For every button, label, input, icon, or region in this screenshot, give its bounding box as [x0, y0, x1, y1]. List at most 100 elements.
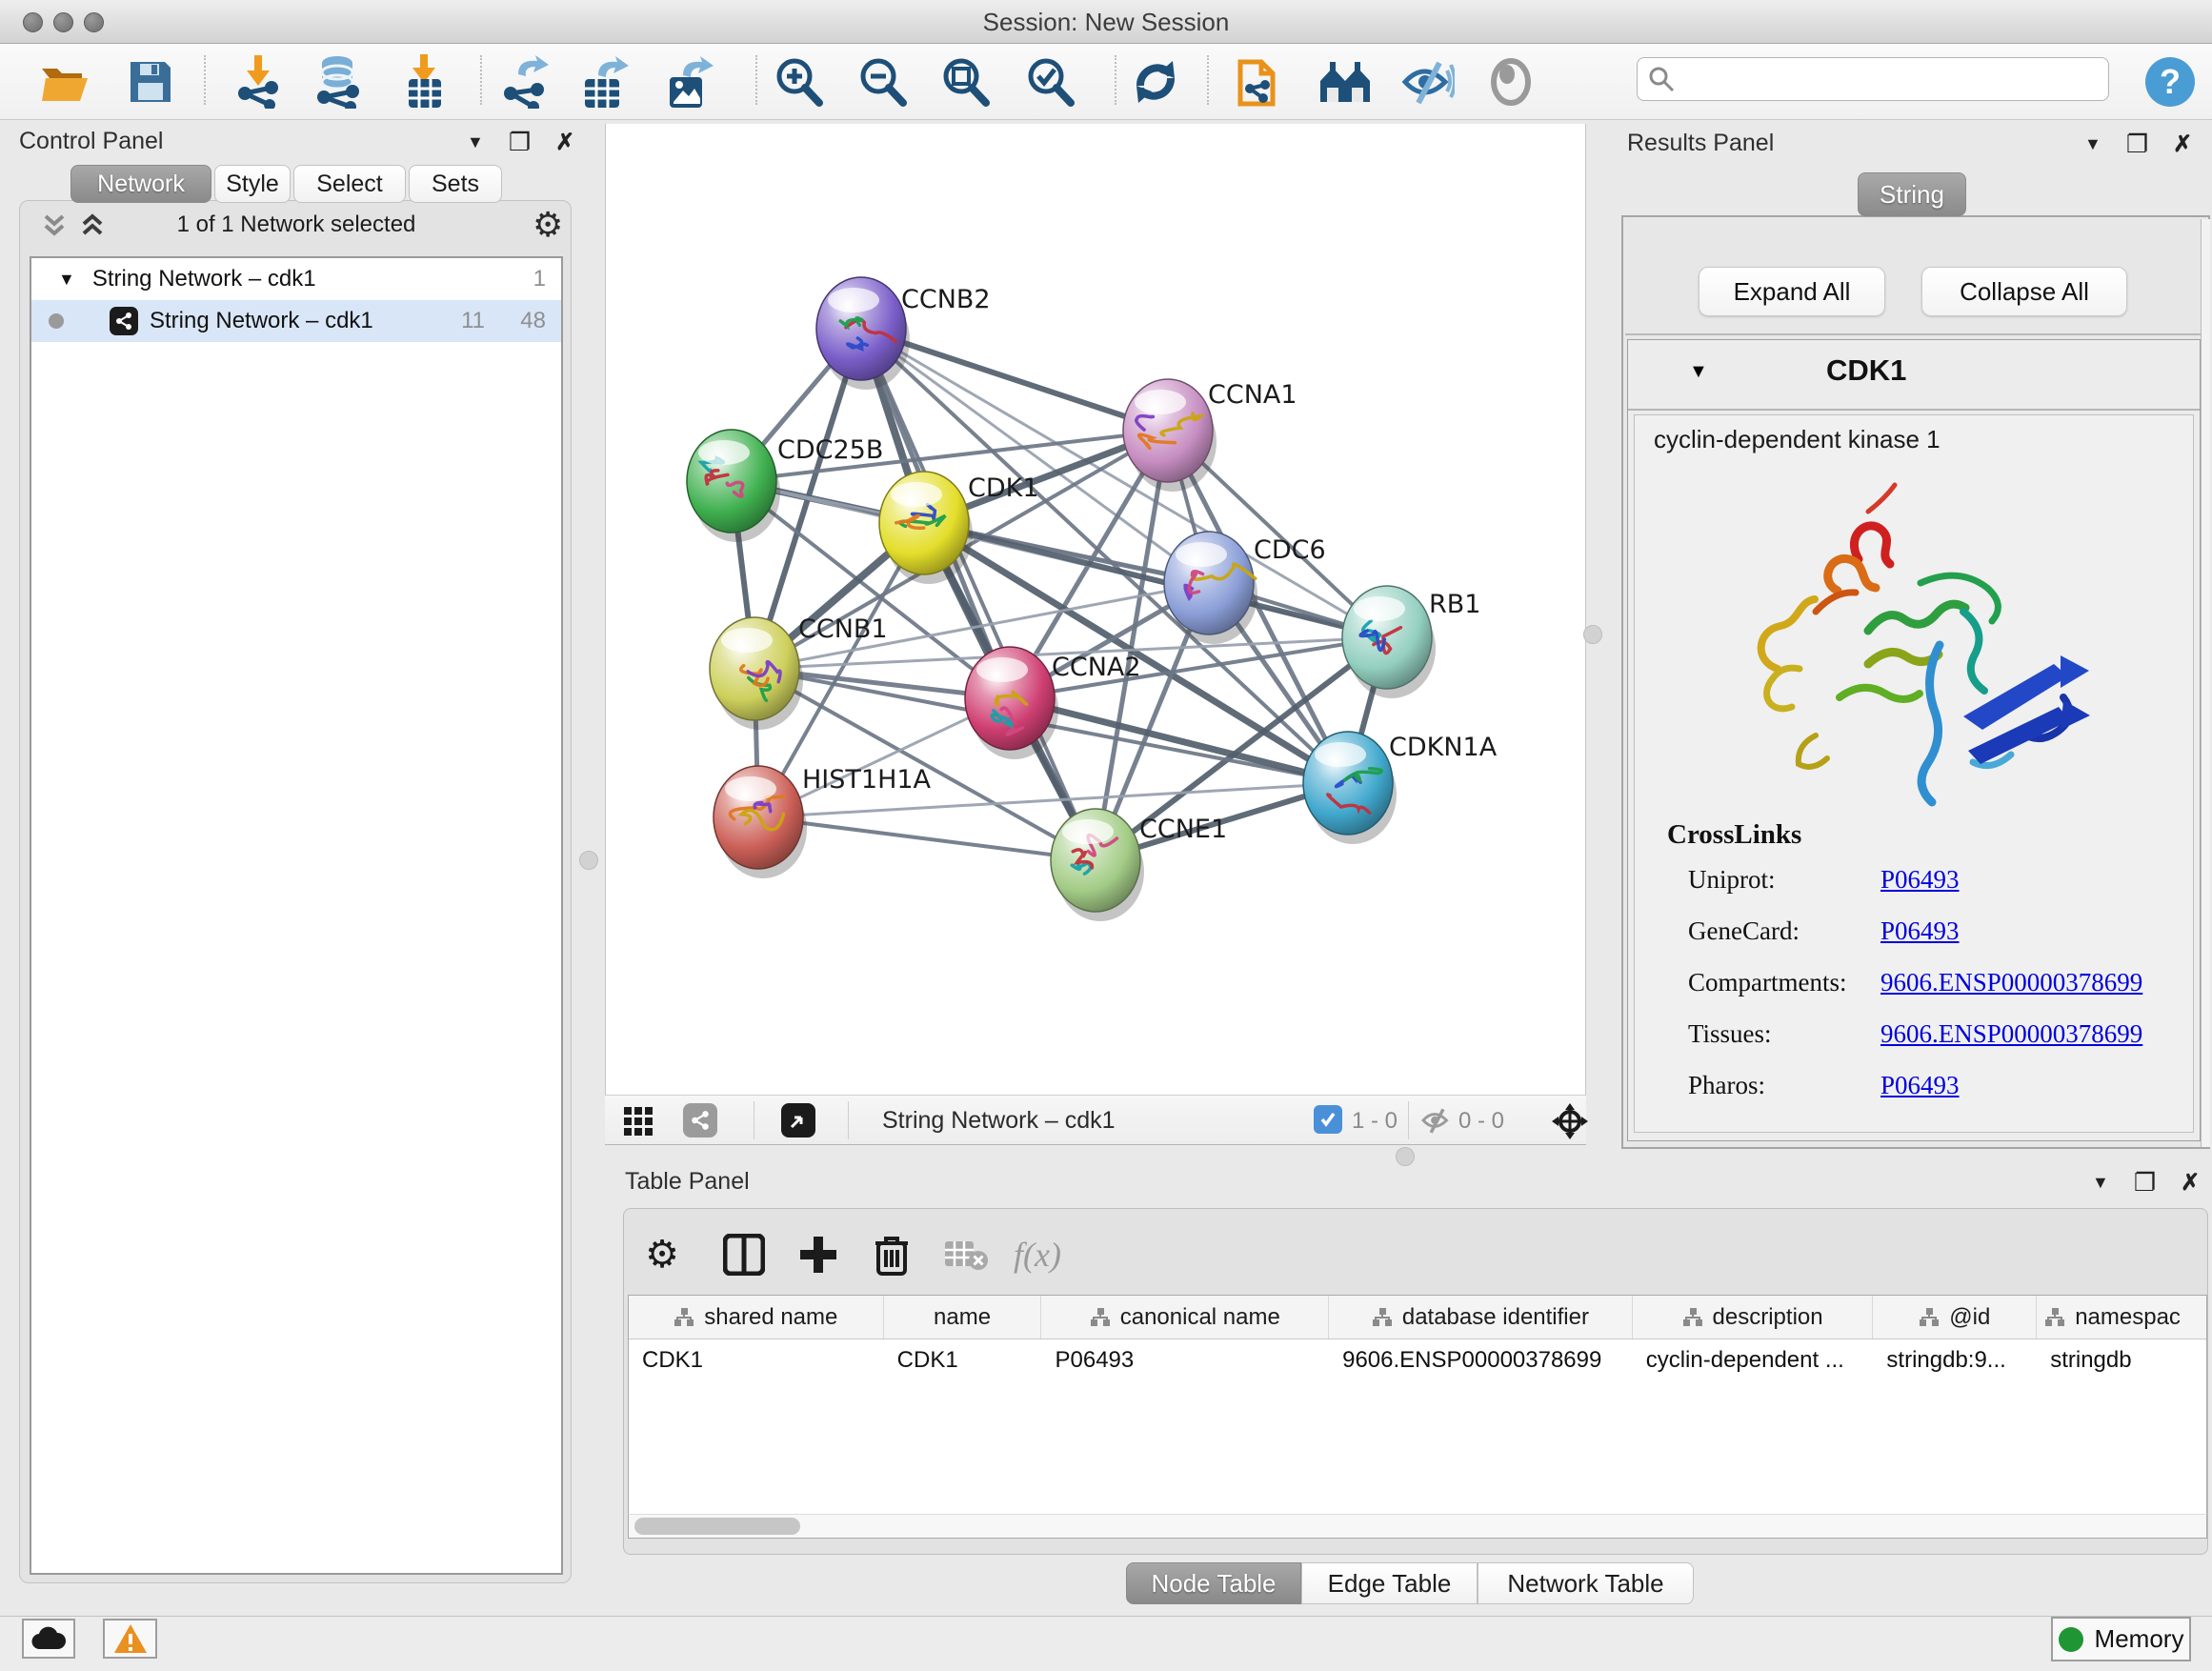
crosslink-link[interactable]: P06493 — [1880, 865, 1960, 895]
open-session-icon[interactable] — [38, 55, 91, 109]
column-header[interactable]: name — [884, 1296, 1042, 1339]
results-panel-menu-icon[interactable]: ▼ — [2084, 134, 2101, 154]
export-network-icon[interactable] — [497, 55, 551, 109]
network-node-CCNA2[interactable] — [965, 647, 1058, 759]
help-icon[interactable]: ? — [2143, 55, 2197, 109]
title-bar: Session: New Session — [0, 0, 2212, 44]
zoom-out-icon[interactable] — [855, 55, 909, 109]
network-node-CDC25B[interactable] — [687, 430, 780, 542]
control-panel-menu-icon[interactable]: ▼ — [467, 132, 484, 152]
collection-expand-icon[interactable]: ▼ — [58, 270, 75, 290]
network-node-HIST1H1A[interactable] — [714, 766, 807, 878]
search-field[interactable] — [1637, 57, 2109, 101]
grid-view-icon[interactable] — [624, 1107, 654, 1136]
import-file-network-icon[interactable] — [1234, 55, 1287, 109]
network-node-CDC6[interactable] — [1164, 532, 1257, 644]
results-scrollbar[interactable] — [2201, 219, 2210, 1147]
pan-crosshair-icon[interactable] — [1550, 1101, 1590, 1141]
control-panel-close-icon[interactable]: ✗ — [555, 129, 574, 156]
table-panel-float-icon[interactable]: ❐ — [2134, 1168, 2156, 1198]
tab-style[interactable]: Style — [214, 165, 291, 203]
cdk1-section: ▼ CDK1 cyclin-dependent kinase 1 — [1627, 339, 2201, 1141]
crosslink-label: Compartments: — [1688, 968, 1846, 997]
cdk1-collapse-icon[interactable]: ▼ — [1689, 361, 1708, 383]
network-node-label-CCNE1: CCNE1 — [1139, 815, 1227, 844]
save-session-icon[interactable] — [124, 55, 177, 109]
tab-network-table[interactable]: Network Table — [1478, 1562, 1694, 1604]
birdseye-view-icon[interactable] — [781, 1103, 815, 1137]
tab-network[interactable]: Network — [70, 165, 211, 203]
control-panel-float-icon[interactable]: ❐ — [509, 128, 531, 157]
expand-all-button[interactable]: Expand All — [1699, 267, 1885, 316]
network-view-icon[interactable] — [683, 1103, 717, 1137]
left-splitter-handle[interactable] — [579, 851, 598, 870]
apply-layout-icon[interactable] — [1129, 55, 1182, 109]
import-network-from-database-icon[interactable] — [311, 55, 364, 109]
column-header[interactable]: description — [1633, 1296, 1874, 1339]
network-node-CDKN1A[interactable] — [1303, 732, 1397, 844]
network-selection-status: 1 of 1 Network selected — [125, 211, 468, 238]
tab-edge-table[interactable]: Edge Table — [1301, 1562, 1478, 1604]
column-header[interactable]: shared name — [629, 1296, 884, 1339]
show-columns-icon[interactable] — [719, 1230, 769, 1279]
collection-label: String Network – cdk1 — [92, 266, 316, 292]
column-header[interactable]: namespac — [2037, 1296, 2206, 1339]
delete-table-icon[interactable] — [941, 1230, 991, 1279]
table-panel-close-icon[interactable]: ✗ — [2181, 1169, 2200, 1197]
cloud-button[interactable] — [22, 1619, 75, 1659]
network-options-gear-icon[interactable]: ⚙ — [533, 205, 563, 245]
selected-count-checkbox-icon[interactable] — [1314, 1105, 1342, 1134]
zoom-fit-icon[interactable] — [938, 55, 992, 109]
table-horizontal-scrollbar[interactable] — [628, 1514, 2207, 1539]
network-node-CCNE1[interactable] — [1051, 809, 1144, 921]
results-panel-float-icon[interactable]: ❐ — [2126, 130, 2148, 159]
network-node-RB1[interactable] — [1342, 586, 1436, 698]
network-node-CCNA1[interactable] — [1123, 379, 1217, 492]
crosslink-link[interactable]: 9606.ENSP00000378699 — [1880, 1019, 2142, 1049]
tab-string[interactable]: String — [1858, 172, 1966, 216]
function-builder-icon[interactable]: f(x) — [1013, 1230, 1062, 1279]
create-column-icon[interactable] — [794, 1230, 843, 1279]
table-panel-menu-icon[interactable]: ▼ — [2092, 1173, 2109, 1193]
export-image-icon[interactable] — [663, 55, 716, 109]
export-table-icon[interactable] — [578, 55, 632, 109]
tab-select[interactable]: Select — [293, 165, 406, 203]
crosslink-label: Pharos: — [1688, 1071, 1765, 1100]
crosslink-link[interactable]: 9606.ENSP00000378699 — [1880, 968, 2142, 997]
network-edge-HIST1H1A-CCNE1[interactable] — [758, 817, 1096, 860]
delete-column-icon[interactable] — [867, 1230, 916, 1279]
svg-text:?: ? — [2160, 62, 2181, 101]
expand-all-icon[interactable] — [79, 212, 106, 239]
network-canvas[interactable]: CCNB2CCNA1CDC25BCDK1CDC6RB1CCNB1CCNA2CDK… — [605, 124, 1586, 1095]
crosslink-link[interactable]: P06493 — [1880, 916, 1960, 946]
network-node-CCNB2[interactable] — [816, 277, 910, 390]
hide-selected-icon[interactable] — [1401, 55, 1455, 109]
tab-sets[interactable]: Sets — [409, 165, 502, 203]
network-node-label-CDC6: CDC6 — [1254, 535, 1326, 565]
crosslink-link[interactable]: P06493 — [1880, 1071, 1960, 1100]
warnings-button[interactable] — [103, 1619, 157, 1659]
table-row[interactable]: CDK1 CDK1 P06493 9606.ENSP00000378699 cy… — [629, 1339, 2206, 1381]
scrollbar-thumb[interactable] — [634, 1518, 800, 1535]
results-panel-close-icon[interactable]: ✗ — [2173, 131, 2192, 158]
crosslinks-title: CrossLinks — [1667, 819, 1801, 851]
column-type-icon — [674, 1307, 694, 1328]
collapse-all-button[interactable]: Collapse All — [1921, 267, 2127, 316]
import-network-icon[interactable] — [231, 55, 285, 109]
collapse-all-icon[interactable] — [41, 212, 68, 239]
tab-node-table[interactable]: Node Table — [1126, 1562, 1301, 1604]
first-neighbors-icon[interactable] — [1318, 55, 1372, 109]
zoom-selected-icon[interactable] — [1023, 55, 1076, 109]
network-row[interactable]: String Network – cdk1 11 48 — [31, 300, 561, 342]
search-input[interactable] — [1676, 66, 2108, 92]
import-table-icon[interactable] — [398, 55, 452, 109]
column-header[interactable]: @id — [1873, 1296, 2037, 1339]
column-header[interactable]: canonical name — [1041, 1296, 1329, 1339]
table-settings-gear-icon[interactable]: ⚙ — [637, 1230, 687, 1279]
network-collection-row[interactable]: ▼ String Network – cdk1 1 — [31, 258, 561, 300]
network-node-CDK1[interactable] — [879, 472, 973, 584]
zoom-in-icon[interactable] — [772, 55, 825, 109]
memory-button[interactable]: Memory — [2051, 1617, 2191, 1661]
column-header[interactable]: database identifier — [1329, 1296, 1633, 1339]
show-all-icon[interactable] — [1484, 55, 1538, 109]
